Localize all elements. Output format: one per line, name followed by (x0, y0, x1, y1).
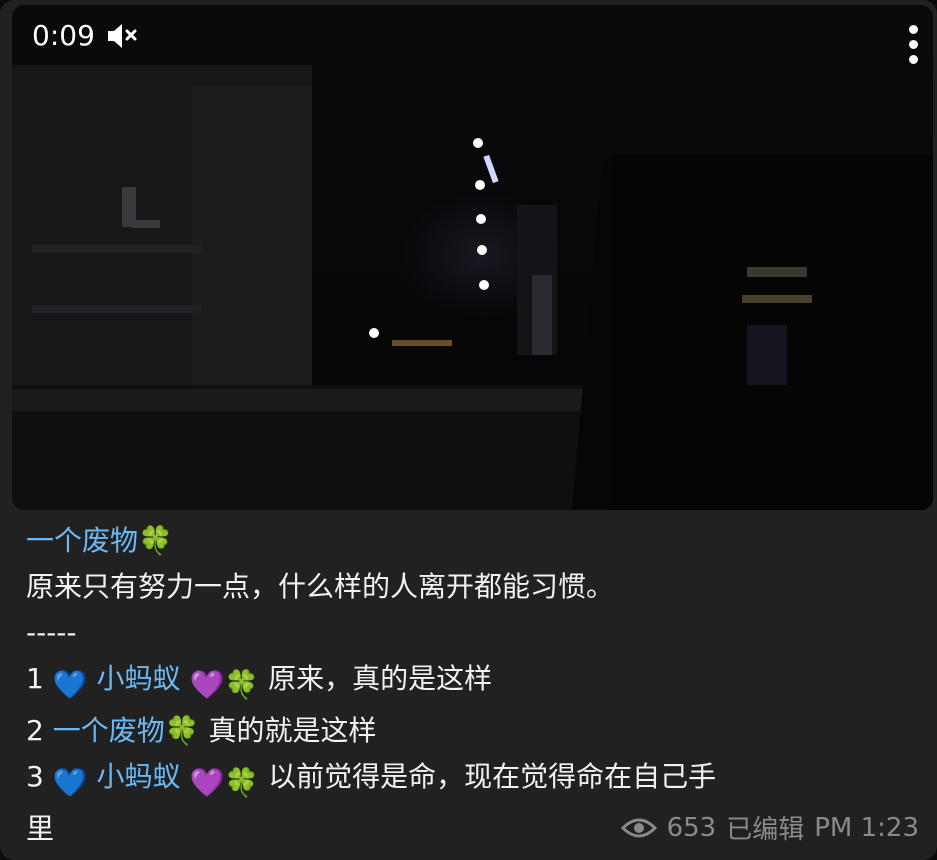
item-text: 真的就是这样 (208, 714, 377, 747)
item-text: 以前觉得是命，现在觉得命在自己手 (268, 760, 717, 793)
message-text: 一个废物🍀 原来只有努力一点，什么样的人离开都能习惯。 ----- 1 💙 小蚂… (26, 518, 916, 852)
list-item: 2 一个废物🍀 真的就是这样 (26, 708, 916, 754)
video-timestamp: 0:09 (32, 19, 95, 52)
item-number: 3 (26, 760, 44, 793)
user-link[interactable]: 一个废物🍀 (53, 714, 200, 747)
list-item: 1 💙 小蚂蚁 💜🍀 原来，真的是这样 (26, 656, 916, 708)
video-frame (12, 65, 933, 510)
item-number: 1 (26, 662, 44, 695)
view-count: 653 (666, 812, 717, 843)
message-time: PM 1:23 (814, 812, 919, 843)
more-vertical-icon[interactable] (907, 25, 919, 73)
user-link[interactable]: 小蚂蚁 (97, 760, 181, 793)
eye-icon (620, 813, 657, 843)
message-bubble: 0:09 一个废物🍀 原来只有努力一点，什么样的人离开都能习惯。 ----- 1… (0, 0, 937, 860)
item-text: 原来，真的是这样 (268, 662, 493, 695)
message-footer: 653 已编辑 PM 1:23 (620, 809, 919, 846)
message-line: 原来只有努力一点，什么样的人离开都能习惯。 (26, 570, 615, 603)
video-player[interactable]: 0:09 (12, 5, 933, 510)
divider-text: ----- (26, 616, 77, 649)
blue-heart-icon: 💙 (52, 766, 88, 799)
purple-heart-icon: 💜🍀 (189, 766, 260, 799)
purple-heart-icon: 💜🍀 (189, 668, 260, 701)
blue-heart-icon: 💙 (52, 668, 88, 701)
list-item: 3 💙 小蚂蚁 💜🍀 以前觉得是命，现在觉得命在自己手 (26, 754, 916, 806)
edited-label: 已编辑 (726, 815, 805, 845)
author-link[interactable]: 一个废物🍀 (26, 524, 173, 557)
user-link[interactable]: 小蚂蚁 (97, 662, 181, 695)
item-number: 2 (26, 714, 44, 747)
